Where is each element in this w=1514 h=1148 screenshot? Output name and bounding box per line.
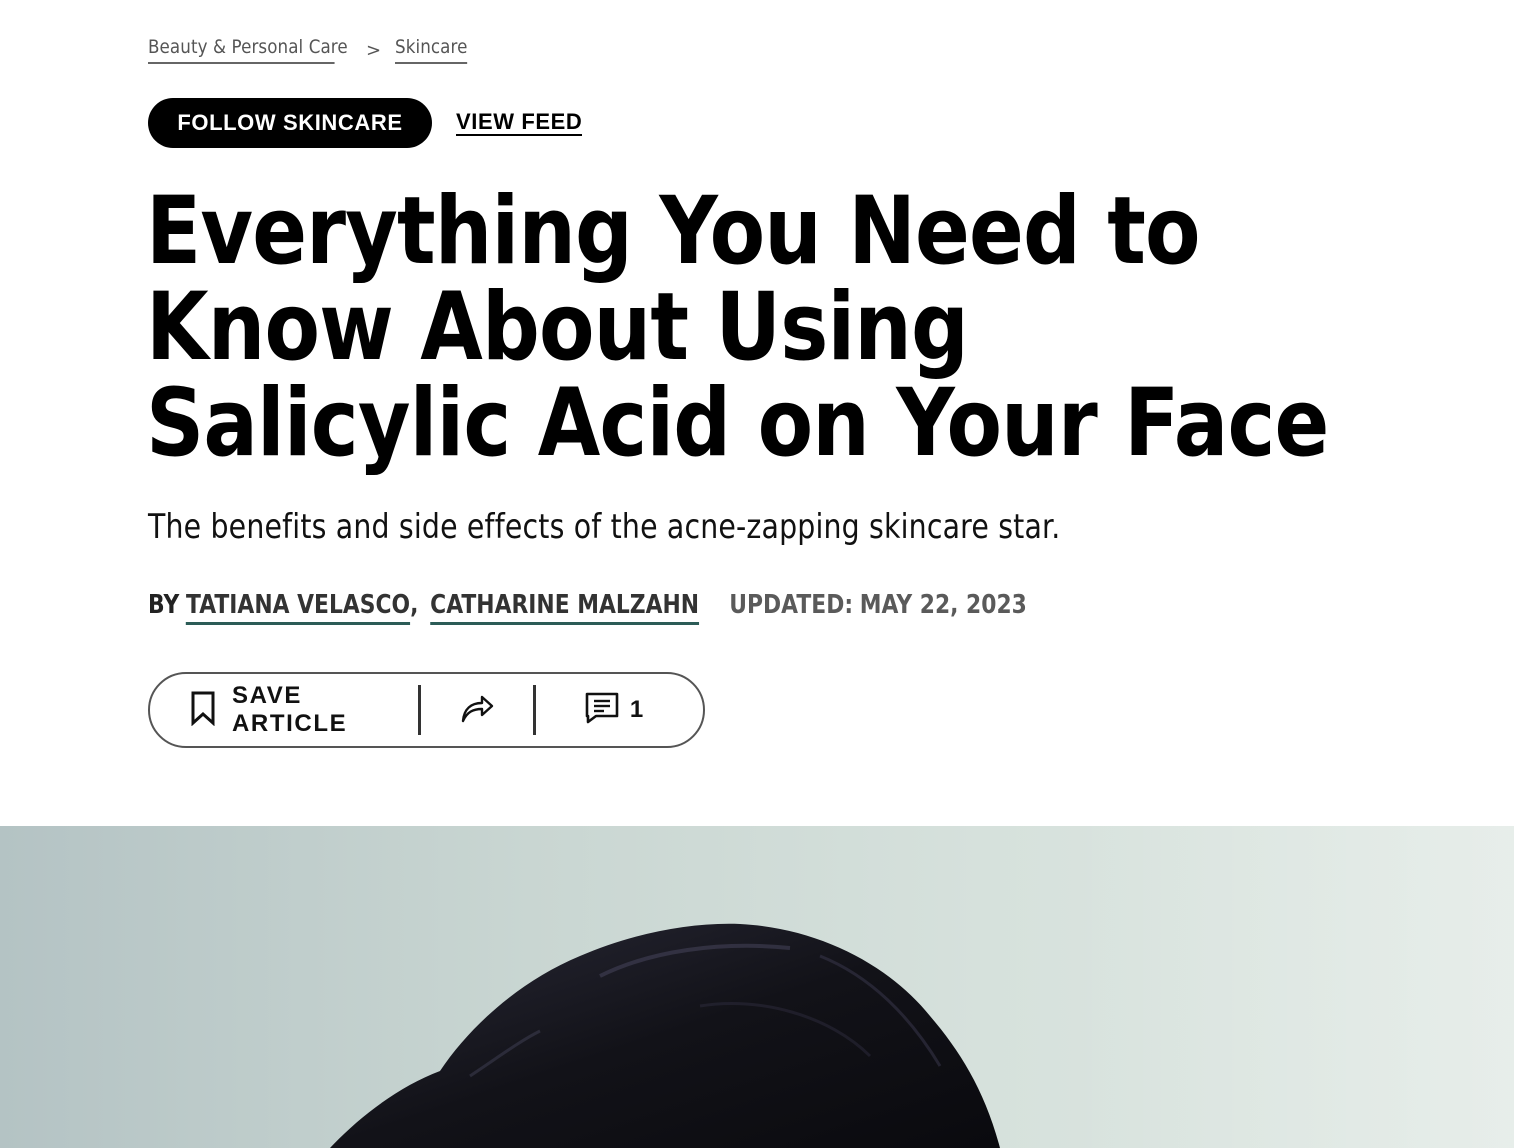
article-action-bar: SAVE ARTICLE 1 bbox=[148, 672, 705, 748]
author-link-tatiana-velasco[interactable]: TATIANA VELASCO bbox=[185, 590, 411, 625]
share-arrow-icon bbox=[459, 692, 495, 729]
updated-date: MAY 22, 2023 bbox=[859, 590, 1027, 620]
comment-icon bbox=[584, 691, 620, 730]
save-article-button[interactable]: SAVE ARTICLE bbox=[150, 674, 418, 746]
follow-row: FOLLOW SKINCARE VIEW FEED bbox=[148, 98, 583, 148]
comments-button[interactable]: 1 bbox=[536, 674, 703, 746]
updated-timestamp: UPDATED: MAY 22, 2023 bbox=[729, 590, 1027, 620]
updated-label: UPDATED: bbox=[729, 590, 854, 620]
author-separator: , bbox=[410, 590, 419, 620]
article-dek: The benefits and side effects of the acn… bbox=[148, 507, 1061, 547]
breadcrumb-link-skincare[interactable]: Skincare bbox=[395, 36, 468, 64]
bookmark-icon bbox=[188, 690, 218, 731]
hair-shape bbox=[330, 923, 1000, 1148]
byline-prefix: BY bbox=[148, 590, 180, 620]
follow-skincare-button[interactable]: FOLLOW SKINCARE bbox=[148, 98, 432, 148]
byline: BY TATIANA VELASCO , CATHARINE MALZAHN U… bbox=[148, 590, 1027, 625]
breadcrumb: Beauty & Personal Care > Skincare bbox=[148, 36, 478, 64]
share-button[interactable] bbox=[421, 674, 533, 746]
comment-count: 1 bbox=[629, 696, 644, 723]
hero-photo-illustration bbox=[330, 826, 1514, 1148]
breadcrumb-link-beauty[interactable]: Beauty & Personal Care bbox=[148, 36, 348, 64]
author-link-catharine-malzahn[interactable]: CATHARINE MALZAHN bbox=[430, 590, 700, 625]
breadcrumb-separator: > bbox=[366, 39, 382, 61]
view-feed-link[interactable]: VIEW FEED bbox=[456, 110, 583, 136]
hero-image bbox=[0, 826, 1514, 1148]
page-title: Everything You Need to Know About Using … bbox=[146, 177, 1329, 478]
save-article-label: SAVE ARTICLE bbox=[232, 682, 348, 737]
